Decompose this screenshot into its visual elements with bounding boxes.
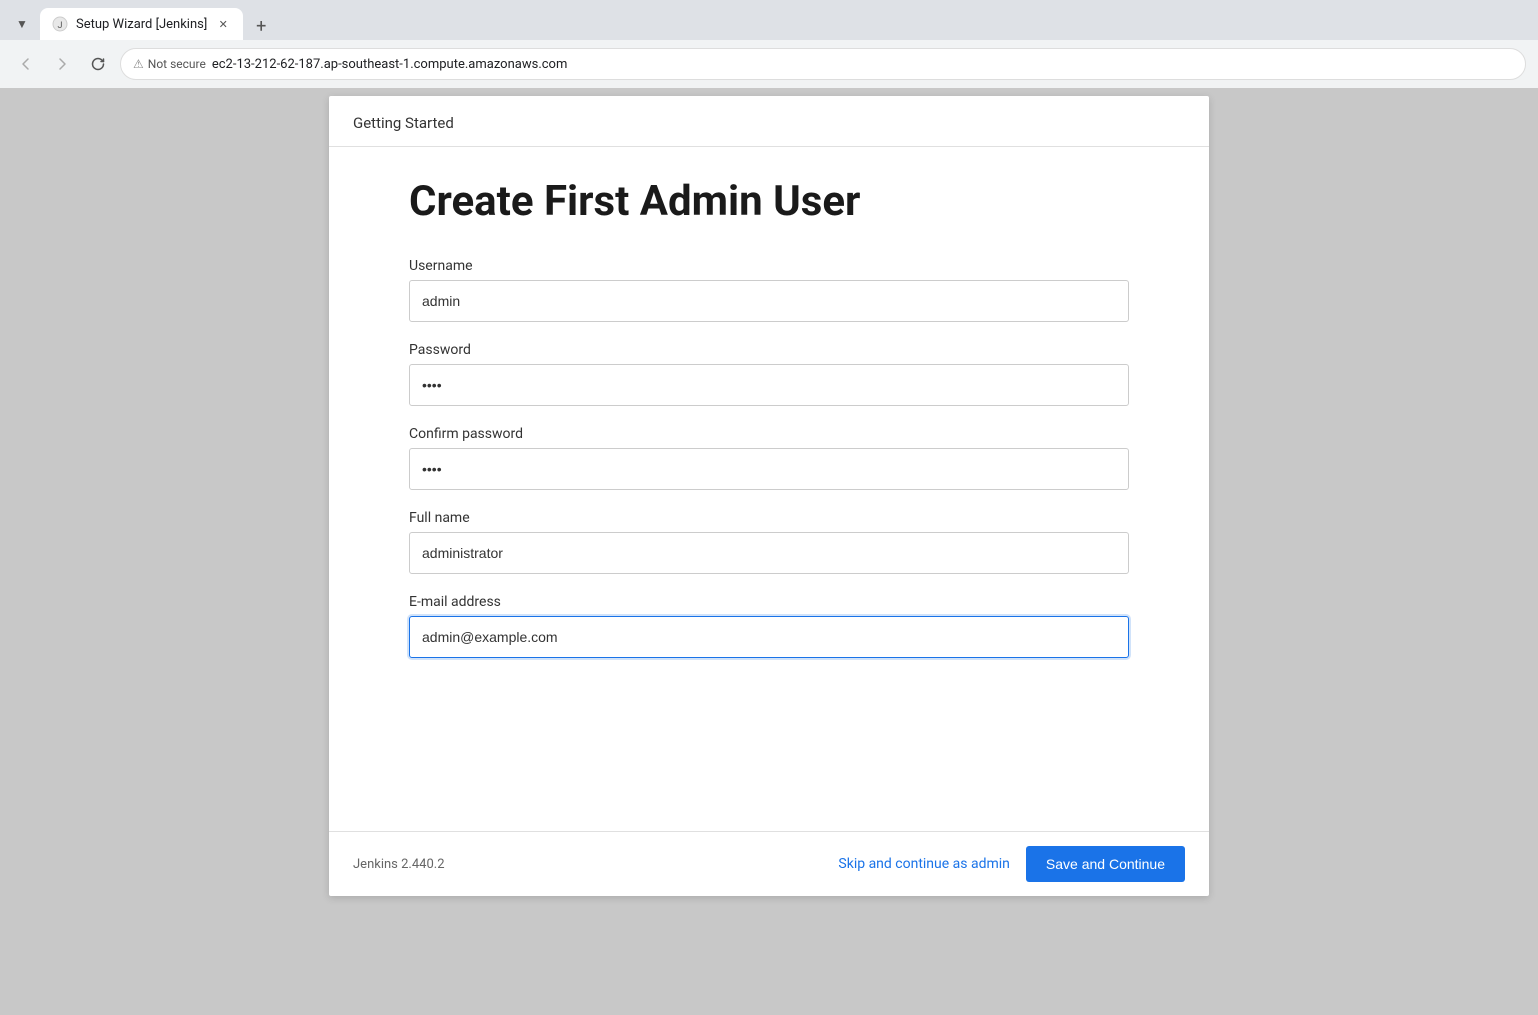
footer-version: Jenkins 2.440.2 xyxy=(353,857,445,872)
page-content: Getting Started Create First Admin User … xyxy=(0,88,1538,1015)
tab-bar: ▼ J Setup Wizard [Jenkins] ✕ + xyxy=(0,0,1538,40)
password-input[interactable] xyxy=(409,364,1129,406)
wizard-footer: Jenkins 2.440.2 Skip and continue as adm… xyxy=(329,831,1209,896)
url-bar[interactable]: ⚠ Not secure ec2-13-212-62-187.ap-southe… xyxy=(120,48,1526,80)
security-warning: ⚠ Not secure xyxy=(133,57,206,71)
svg-text:J: J xyxy=(58,21,63,31)
wizard-panel: Getting Started Create First Admin User … xyxy=(329,96,1209,896)
username-group: Username xyxy=(409,258,1129,322)
email-label: E-mail address xyxy=(409,594,1129,610)
new-tab-button[interactable]: + xyxy=(247,12,275,40)
wizard-header-title: Getting Started xyxy=(353,114,454,132)
fullname-label: Full name xyxy=(409,510,1129,526)
confirm-password-label: Confirm password xyxy=(409,426,1129,442)
tab-close-button[interactable]: ✕ xyxy=(215,16,231,32)
save-continue-button[interactable]: Save and Continue xyxy=(1026,846,1185,882)
wizard-header: Getting Started xyxy=(329,96,1209,147)
tab-favicon: J xyxy=(52,16,68,32)
reload-button[interactable] xyxy=(84,50,112,78)
skip-link[interactable]: Skip and continue as admin xyxy=(838,856,1009,872)
wizard-body: Create First Admin User Username Passwor… xyxy=(329,147,1209,831)
fullname-input[interactable] xyxy=(409,532,1129,574)
address-bar: ⚠ Not secure ec2-13-212-62-187.ap-southe… xyxy=(0,40,1538,88)
email-group: E-mail address xyxy=(409,594,1129,658)
password-group: Password xyxy=(409,342,1129,406)
username-label: Username xyxy=(409,258,1129,274)
password-label: Password xyxy=(409,342,1129,358)
footer-actions: Skip and continue as admin Save and Cont… xyxy=(838,846,1185,882)
active-tab[interactable]: J Setup Wizard [Jenkins] ✕ xyxy=(40,8,243,40)
username-input[interactable] xyxy=(409,280,1129,322)
browser-chrome: ▼ J Setup Wizard [Jenkins] ✕ + xyxy=(0,0,1538,88)
tab-label: Setup Wizard [Jenkins] xyxy=(76,17,207,32)
fullname-group: Full name xyxy=(409,510,1129,574)
warning-icon: ⚠ xyxy=(133,57,144,71)
url-text: ec2-13-212-62-187.ap-southeast-1.compute… xyxy=(212,57,568,72)
tab-list-arrow[interactable]: ▼ xyxy=(8,10,36,38)
confirm-password-group: Confirm password xyxy=(409,426,1129,490)
tab-list: J Setup Wizard [Jenkins] ✕ + xyxy=(40,8,1530,40)
back-button[interactable] xyxy=(12,50,40,78)
security-label: Not secure xyxy=(148,57,206,71)
confirm-password-input[interactable] xyxy=(409,448,1129,490)
forward-button[interactable] xyxy=(48,50,76,78)
email-input[interactable] xyxy=(409,616,1129,658)
page-title: Create First Admin User xyxy=(409,177,1129,226)
